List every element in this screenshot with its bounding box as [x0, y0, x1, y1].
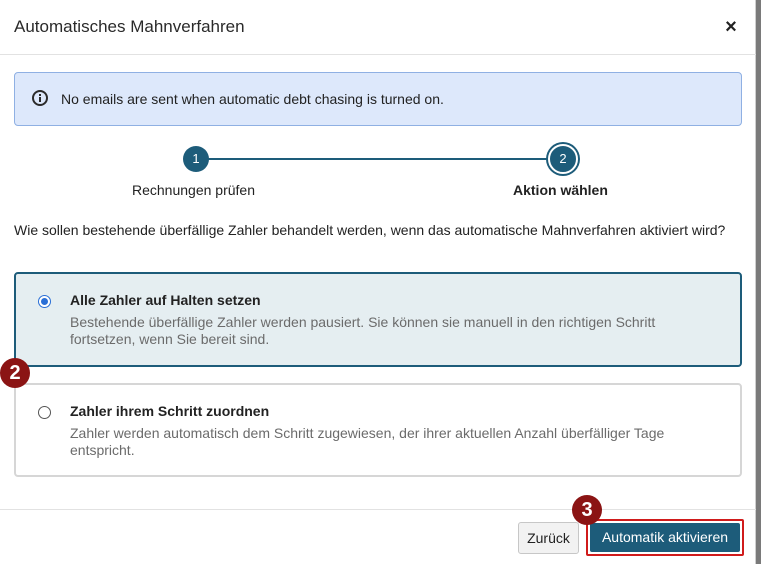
step-2-label: Aktion wählen [513, 182, 608, 198]
dialog-title: Automatisches Mahnverfahren [14, 17, 245, 36]
info-banner: No emails are sent when automatic debt c… [14, 72, 742, 126]
close-icon: × [725, 16, 737, 38]
option-hold-all[interactable]: Alle Zahler auf Halten setzen Bestehende… [14, 272, 742, 367]
radio-assign-step[interactable] [38, 406, 51, 419]
step-1-label: Rechnungen prüfen [132, 182, 255, 198]
back-button[interactable]: Zurück [518, 522, 579, 554]
option-hold-all-title: Alle Zahler auf Halten setzen [70, 292, 261, 308]
close-button[interactable]: × [720, 14, 742, 40]
automation-dialog: Automatisches Mahnverfahren × No emails … [0, 0, 756, 564]
annotation-marker-3: 3 [572, 495, 602, 525]
annotation-marker-2: 2 [0, 358, 30, 388]
step-2-indicator: 2 [548, 144, 578, 174]
radio-hold-all[interactable] [38, 295, 51, 308]
step-1-indicator: 1 [183, 146, 209, 172]
dialog-header: Automatisches Mahnverfahren × [0, 0, 756, 55]
question-text: Wie sollen bestehende überfällige Zahler… [14, 222, 726, 238]
activate-button-highlight: Automatik aktivieren [586, 519, 744, 556]
option-assign-step-description: Zahler werden automatisch dem Schritt zu… [70, 425, 665, 458]
footer-divider [0, 509, 756, 510]
activate-button[interactable]: Automatik aktivieren [590, 523, 740, 552]
stepper-connector [196, 158, 564, 160]
option-assign-step[interactable]: Zahler ihrem Schritt zuordnen Zahler wer… [14, 383, 742, 477]
info-text: No emails are sent when automatic debt c… [61, 91, 444, 107]
option-assign-step-title: Zahler ihrem Schritt zuordnen [70, 403, 270, 419]
info-icon [32, 90, 48, 106]
option-hold-all-description: Bestehende überfällige Zahler werden pau… [70, 314, 656, 347]
